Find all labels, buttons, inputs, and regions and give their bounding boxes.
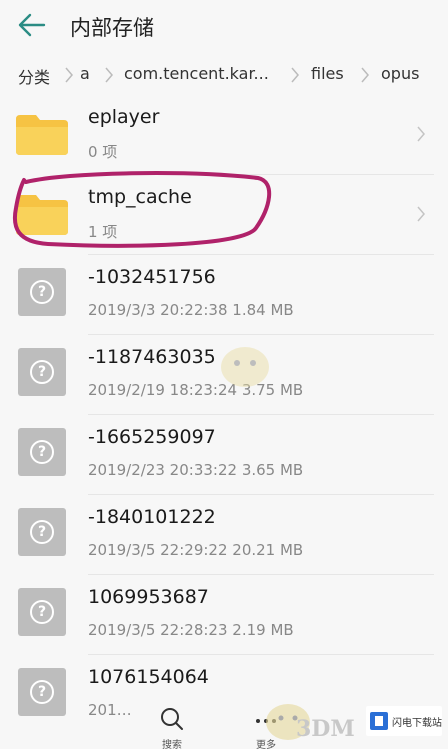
app-header: 内部存储 [0, 0, 448, 50]
breadcrumb-item[interactable]: com.tencent.kar... [124, 64, 269, 83]
folder-icon [16, 195, 68, 235]
watermark-site: 闪电下载站 [366, 706, 442, 736]
unknown-file-icon: ? [18, 588, 66, 636]
chevron-right-icon [291, 67, 299, 83]
unknown-file-icon: ? [18, 428, 66, 476]
watermark-mascot-icon [221, 347, 269, 387]
item-name: 1069953687 [88, 586, 209, 608]
chevron-right-icon [105, 67, 113, 83]
folder-row-eplayer[interactable]: eplayer 0 项 [0, 95, 448, 175]
item-meta: 2019/3/5 22:28:23 2.19 MB [88, 621, 294, 639]
item-meta: 2019/3/3 20:22:38 1.84 MB [88, 301, 294, 319]
back-button[interactable] [14, 9, 50, 41]
breadcrumb-item[interactable]: a [80, 64, 90, 83]
unknown-file-icon: ? [18, 348, 66, 396]
item-name: eplayer [88, 106, 160, 128]
file-row[interactable]: ? -1032451756 2019/3/3 20:22:38 1.84 MB [0, 255, 448, 335]
file-row[interactable]: ? 1069953687 2019/3/5 22:28:23 2.19 MB [0, 575, 448, 655]
chevron-right-icon [361, 67, 369, 83]
page-title: 内部存储 [70, 16, 154, 40]
item-name: 1076154064 [88, 666, 209, 688]
item-meta: 2019/3/5 22:29:22 20.21 MB [88, 541, 304, 559]
arrow-left-icon [18, 13, 46, 37]
item-meta: 1 项 [88, 223, 118, 241]
watermark-site-text: 闪电下载站 [392, 718, 442, 729]
item-name: tmp_cache [88, 186, 192, 208]
item-name: -1840101222 [88, 506, 216, 528]
chevron-right-icon [417, 206, 425, 222]
breadcrumb: 分类 a com.tencent.kar... files opus [0, 56, 448, 94]
item-name: -1187463035 [88, 346, 216, 368]
chevron-right-icon [65, 67, 73, 83]
watermark-brand: 3DM [296, 716, 355, 742]
unknown-file-icon: ? [18, 508, 66, 556]
unknown-file-icon: ? [18, 268, 66, 316]
search-icon [161, 708, 183, 730]
chevron-right-icon [417, 126, 425, 142]
file-row[interactable]: ? -1665259097 2019/2/23 20:33:22 3.65 MB [0, 415, 448, 495]
folder-icon [16, 115, 68, 155]
item-meta: 2019/2/23 20:33:22 3.65 MB [88, 461, 304, 479]
folder-row-tmp-cache[interactable]: tmp_cache 1 项 [0, 175, 448, 255]
item-name: -1032451756 [88, 266, 216, 288]
breadcrumb-item[interactable]: files [311, 64, 344, 83]
site-logo-icon [370, 712, 388, 730]
search-button[interactable]: 搜索 [152, 706, 192, 749]
item-name: -1665259097 [88, 426, 216, 448]
breadcrumb-item-current[interactable]: opus [381, 64, 419, 83]
item-meta: 0 项 [88, 143, 118, 161]
search-label: 搜索 [162, 740, 182, 749]
breadcrumb-item[interactable]: 分类 [18, 64, 50, 88]
file-row[interactable]: ? -1840101222 2019/3/5 22:29:22 20.21 MB [0, 495, 448, 575]
